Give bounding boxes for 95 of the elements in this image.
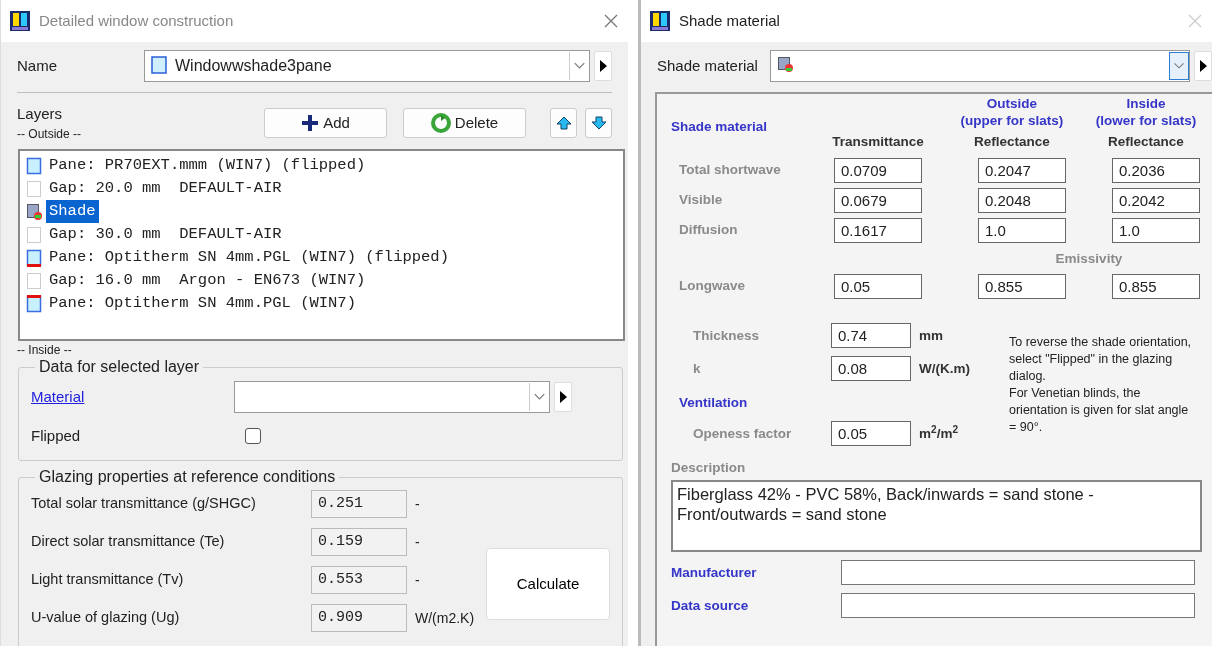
field-label: k (692, 359, 702, 378)
add-button[interactable]: Add (264, 108, 387, 138)
value-field[interactable]: 0.74 (831, 323, 911, 349)
group-title: Data for selected layer (38, 359, 201, 375)
field-label: Openess factor (692, 424, 793, 443)
field-label: U-value of glazing (Ug) (31, 608, 181, 628)
section-heading: Shade material (671, 118, 769, 137)
value-field: 0.159 (311, 528, 407, 556)
side-label: -- Inside -- (16, 342, 73, 359)
combo-text: Windowwshade3pane (175, 56, 332, 76)
field-label: Name (17, 55, 57, 76)
description-field[interactable]: Fiberglass 42% - PVC 58%, Back/inwards = sand stone - Front/outwards = sand stone (671, 480, 1202, 553)
value-field[interactable]: 0.855 (978, 274, 1066, 300)
arrow-down-icon (590, 116, 607, 130)
name-combo[interactable]: Windowwshade3pane (144, 50, 590, 82)
more-button[interactable] (594, 51, 612, 81)
layer-item[interactable]: Gap: 20.0 mm DEFAULT-AIR (46, 176, 285, 201)
value-field[interactable]: 0.855 (1112, 274, 1200, 300)
layer-item[interactable]: Pane: Optitherm SN 4mm.PGL (WIN7) (flipped) (46, 245, 452, 270)
unit-label: - (415, 494, 420, 514)
more-button[interactable] (1193, 51, 1212, 81)
app-icon (649, 10, 671, 32)
text-field[interactable] (841, 560, 1195, 586)
layer-item[interactable]: Shade (46, 199, 99, 224)
calculate-button[interactable]: Calculate (486, 548, 610, 620)
field-label: Data source (671, 596, 750, 615)
field-label: Total solar transmittance (g/SHGC) (31, 494, 257, 514)
value-field[interactable]: 0.2042 (1112, 188, 1200, 213)
unit-label: W/(m2.K) (415, 608, 475, 628)
value-field[interactable]: 0.0709 (834, 158, 922, 183)
gap-icon (26, 271, 42, 290)
row-label: Longwave (678, 277, 746, 296)
move-down-button[interactable] (585, 108, 612, 138)
row-label: Visible (678, 190, 724, 209)
layer-item[interactable]: Pane: PR70EXT.mmm (WIN7) (flipped) (46, 153, 369, 178)
note-text: To reverse the shade orientation, select "Flipped" in the glazing dialog. (1009, 333, 1193, 385)
close-icon[interactable] (602, 12, 620, 30)
more-button[interactable] (554, 382, 572, 412)
unit-label: m$^{2}$/m$^{2}$ (919, 423, 959, 443)
value-field[interactable]: 0.08 (831, 356, 911, 382)
app-icon (9, 10, 31, 32)
delete-button[interactable]: Delete (403, 108, 526, 138)
section-label: Layers (17, 103, 64, 124)
field-label: Thickness (692, 326, 761, 345)
value-field[interactable]: 0.2036 (1112, 158, 1200, 183)
column-group-title: Outside (986, 96, 1038, 113)
unit-label: W/(K.m) (919, 359, 970, 378)
field-label: Description (671, 459, 747, 478)
column-header: Reflectance (973, 132, 1051, 151)
value-field: 0.553 (311, 566, 407, 594)
gap-icon (26, 179, 42, 198)
gap-icon (26, 225, 42, 244)
unit-label: - (415, 570, 420, 590)
layer-item[interactable]: Pane: Optitherm SN 4mm.PGL (WIN7) (46, 291, 359, 316)
layer-item[interactable]: Gap: 16.0 mm Argon - EN673 (WIN7) (46, 268, 369, 293)
emissivity-label: Emissivity (1054, 250, 1124, 268)
value-field[interactable]: 0.05 (831, 421, 911, 447)
flipped-checkbox[interactable] (245, 428, 261, 444)
field-label: Manufacturer (671, 563, 758, 582)
field-label: Direct solar transmittance (Te) (31, 532, 226, 552)
value-field[interactable]: 0.1617 (834, 218, 922, 243)
plus-icon (301, 114, 320, 132)
note-text: For Venetian blinds, the orientation is given for slat angle = 90°. (1009, 384, 1190, 436)
window-title: Shade material (679, 10, 780, 31)
material-link[interactable]: Material (31, 385, 85, 409)
group-title: Glazing properties at reference conditions (38, 469, 337, 485)
field-label: Shade material (657, 55, 758, 76)
value-field[interactable]: 0.2048 (978, 188, 1066, 213)
value-field[interactable]: 1.0 (978, 218, 1066, 243)
unit-label: - (415, 532, 420, 552)
value-field: 0.909 (311, 604, 407, 632)
shade-icon (26, 202, 42, 221)
move-up-button[interactable] (550, 108, 577, 138)
checkbox-label: Flipped (31, 425, 82, 446)
column-group-title: Inside (1126, 96, 1166, 113)
arrow-up-icon (555, 116, 572, 130)
column-group-subtitle: (lower for slats) (1095, 112, 1197, 130)
value-field[interactable]: 0.2047 (978, 158, 1066, 183)
value-field[interactable]: 0.0679 (834, 188, 922, 213)
value-field: 0.251 (311, 490, 407, 518)
text-field[interactable] (841, 593, 1195, 619)
unit-label: mm (919, 326, 943, 345)
section-heading: Ventilation (678, 394, 749, 413)
field-label: Light transmittance (Tv) (31, 570, 185, 590)
row-label: Diffusion (678, 220, 739, 239)
column-group-subtitle: (upper for slats) (960, 112, 1064, 130)
column-header: Transmittance (831, 132, 925, 151)
window-title: Detailed window construction (39, 10, 234, 31)
layer-item[interactable]: Gap: 30.0 mm DEFAULT-AIR (46, 222, 285, 247)
row-label: Total shortwave (678, 160, 782, 179)
column-header: Reflectance (1107, 132, 1185, 151)
side-label: -- Outside -- (17, 126, 81, 144)
pane-icon (151, 56, 169, 76)
value-field[interactable]: 0.05 (834, 274, 922, 300)
value-field[interactable]: 1.0 (1112, 218, 1200, 243)
